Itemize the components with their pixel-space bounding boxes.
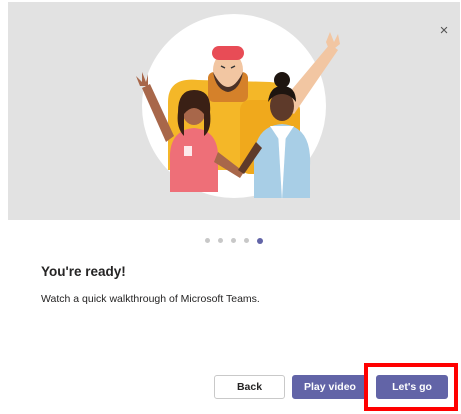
hero-banner: × <box>8 2 460 220</box>
pager-dot[interactable] <box>205 238 210 243</box>
back-button[interactable]: Back <box>214 375 285 399</box>
close-icon: × <box>439 21 449 39</box>
pager-dot[interactable] <box>244 238 249 243</box>
team-welcome-illustration <box>136 14 340 200</box>
close-button[interactable]: × <box>434 20 454 40</box>
play-video-button[interactable]: Play video <box>292 375 368 399</box>
dialog-title: You're ready! <box>41 264 126 279</box>
pager-dot-active[interactable] <box>257 237 263 244</box>
carousel-pager <box>205 237 263 244</box>
dialog-description: Watch a quick walkthrough of Microsoft T… <box>41 293 260 305</box>
pager-dot[interactable] <box>231 238 236 243</box>
lets-go-button[interactable]: Let's go <box>376 375 448 399</box>
pager-dot[interactable] <box>218 238 223 243</box>
welcome-dialog: × You're ready! Watch a quick walkthroug… <box>0 0 461 414</box>
